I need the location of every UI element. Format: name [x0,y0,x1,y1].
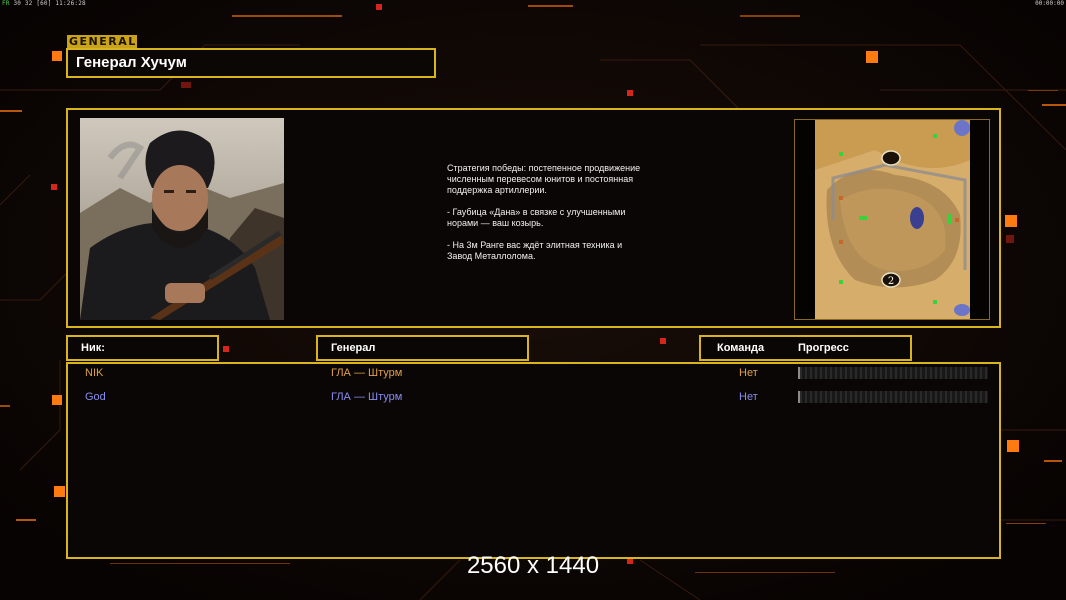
fps-cap: [60] [36,0,52,7]
resolution-overlay: 2560 x 1440 [466,552,600,579]
fps-counter: FR 30 32 [60] 11:26:28 [2,0,86,7]
player-team: Нет [739,391,758,403]
fps-values: 30 32 [13,0,33,7]
column-header-team: Команда [717,342,765,354]
briefing-text: Стратегия победы: постепенное продвижени… [447,163,647,273]
column-header-nick: Ник: [66,335,219,361]
player-nick: God [85,391,106,403]
general-tag: GENERAL [67,35,137,48]
player-progress-bar [798,391,988,403]
session-time: 11:26:28 [55,0,86,7]
game-clock: 00:00:00 [1035,0,1064,7]
column-header-general: Генерал [316,335,529,361]
briefing-tip-rank: - На 3м Ранге вас ждёт элитная техника и… [447,240,623,261]
player-progress-bar [798,367,988,379]
page-title: Генерал Хучум [66,48,436,78]
briefing-tip-artillery: - Гаубица «Дана» в связке с улучшенными … [447,207,626,228]
player-general: ГЛА — Штурм [331,391,403,403]
general-portrait [80,118,284,320]
fps-label: FR [2,0,10,7]
player-nick: NIK [85,367,104,379]
player-team: Нет [739,367,758,379]
briefing-strategy: Стратегия победы: постепенное продвижени… [447,163,641,195]
minimap: 2 [815,120,970,319]
column-header-team-progress: Команда Прогресс [699,335,912,361]
column-header-progress: Прогресс [798,342,849,354]
minimap-spawn-label: 2 [888,276,894,287]
player-general: ГЛА — Штурм [331,367,403,379]
